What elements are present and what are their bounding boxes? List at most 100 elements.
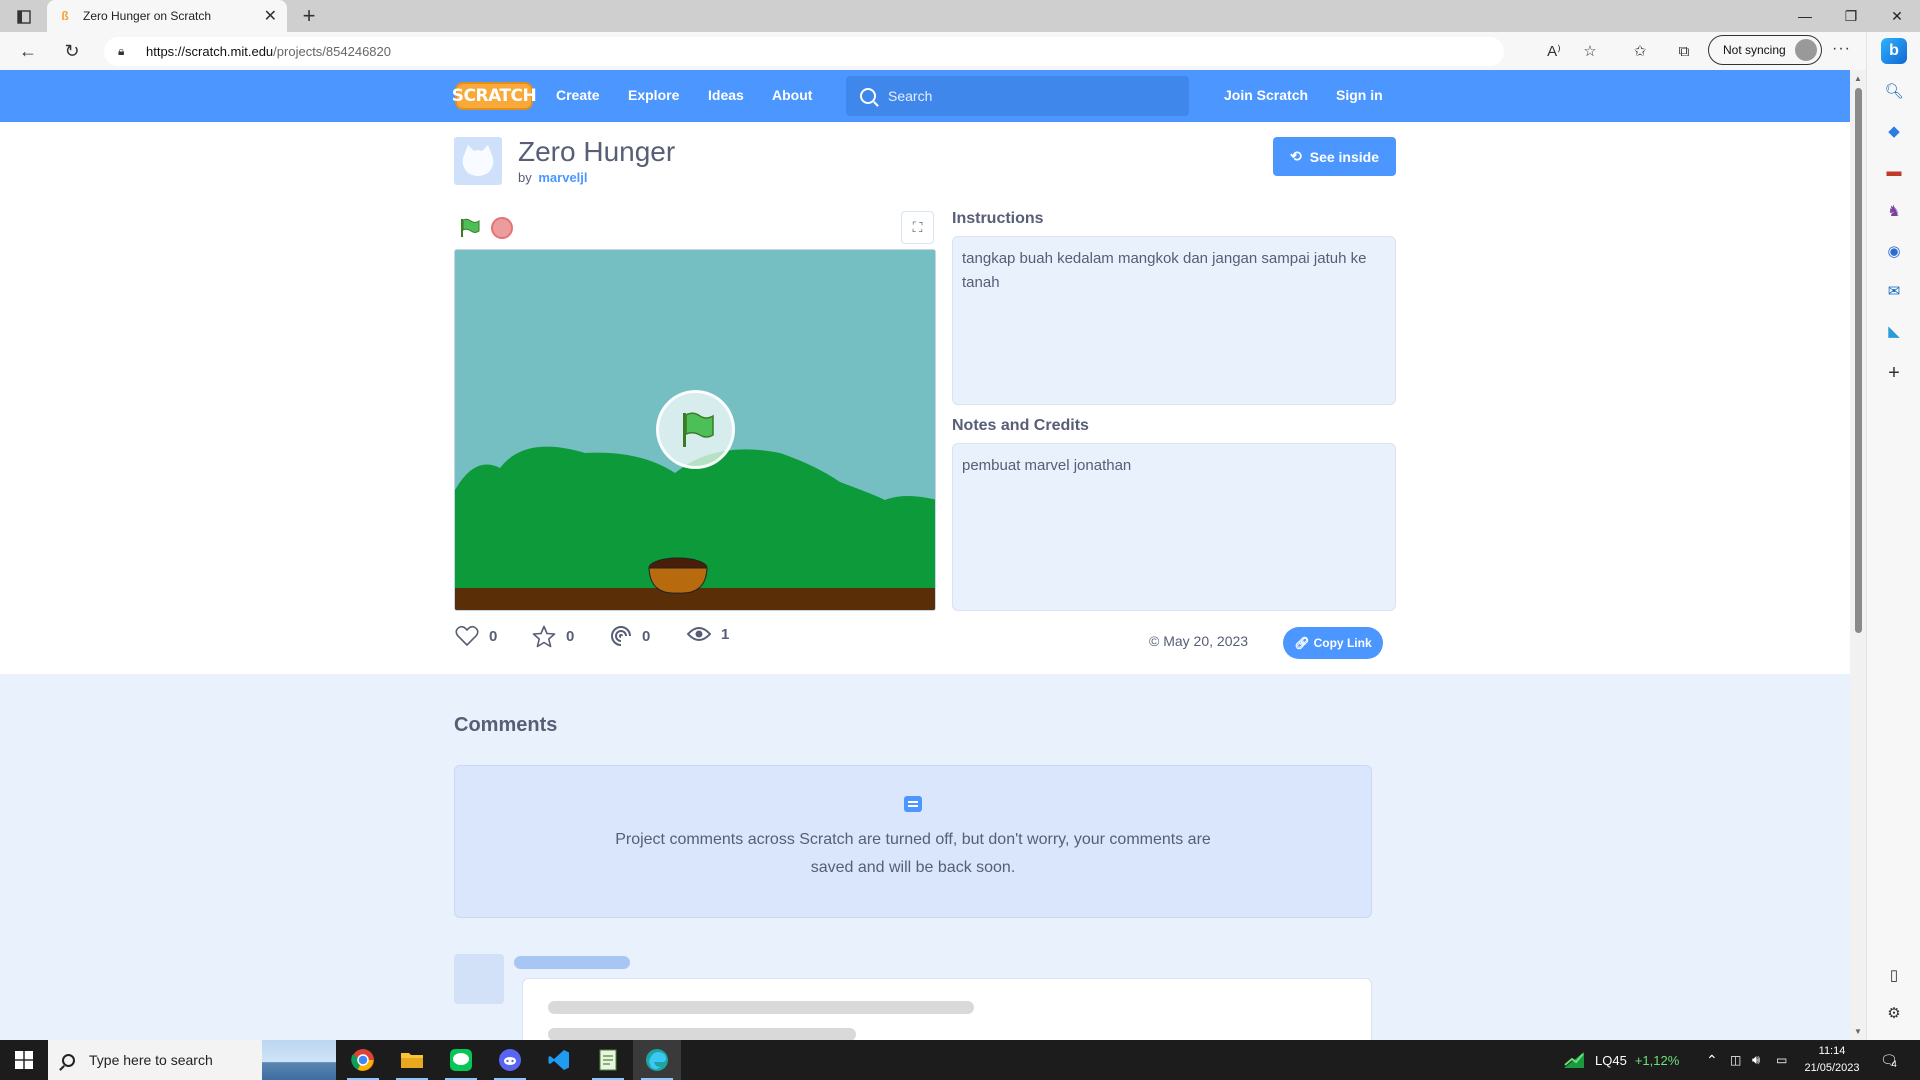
system-clock[interactable]: 11:14 21/05/2023 — [1800, 1043, 1864, 1077]
more-menu-icon[interactable]: ··· — [1832, 40, 1851, 58]
line-app-icon[interactable] — [437, 1040, 485, 1080]
settings-gear-icon[interactable]: ⚙ — [1883, 1002, 1905, 1024]
discord-app-icon[interactable] — [486, 1040, 534, 1080]
skeleton-line — [548, 1028, 856, 1040]
bing-chat-icon[interactable]: b — [1881, 38, 1907, 64]
nav-explore[interactable]: Explore — [628, 87, 679, 103]
add-sidebar-app-icon[interactable]: + — [1883, 362, 1905, 384]
search-icon[interactable]: 🔍︎ — [1883, 80, 1905, 102]
taskbar-search-placeholder: Type here to search — [89, 1052, 213, 1068]
url-field[interactable]: 🔒︎ https://scratch.mit.edu/projects/8542… — [104, 37, 1504, 66]
scratch-logo[interactable]: SCRATCH — [452, 82, 537, 110]
read-aloud-icon[interactable]: A⁾ — [1542, 40, 1566, 62]
outlook-icon[interactable]: ✉ — [1883, 280, 1905, 302]
windows-taskbar: Type here to search LQ45 +1,12% ⌃ ◫ 🔊︎ ▭… — [0, 1040, 1920, 1080]
refresh-button[interactable]: ↻ — [58, 39, 86, 63]
stock-widget[interactable]: LQ45 +1,12% — [1563, 1040, 1679, 1080]
url-host: https://scratch.mit.edu — [146, 44, 274, 59]
star-icon — [532, 625, 556, 648]
drop-icon[interactable]: ◣ — [1883, 320, 1905, 342]
add-favorite-icon[interactable]: ☆ — [1578, 40, 1602, 62]
show-hidden-icons[interactable]: ⌃ — [1706, 1040, 1718, 1080]
copyright-icon: © — [1149, 633, 1160, 649]
close-window-button[interactable]: ✕ — [1874, 0, 1920, 32]
search-input[interactable]: Search — [846, 76, 1189, 116]
browser-tab[interactable]: ß Zero Hunger on Scratch ✕ — [47, 0, 287, 32]
nav-about[interactable]: About — [772, 87, 812, 103]
tab-close-icon[interactable]: ✕ — [264, 6, 277, 26]
taskbar-search-box[interactable]: Type here to search — [48, 1040, 336, 1080]
chart-up-icon — [1564, 1052, 1584, 1068]
favorite-stat[interactable]: 0 — [532, 625, 574, 648]
scroll-up-icon[interactable]: ▲ — [1854, 74, 1862, 83]
new-tab-button[interactable]: + — [296, 3, 322, 28]
notification-count: 4 — [1891, 1059, 1897, 1069]
instructions-text: tangkap buah kedalam mangkok dan jangan … — [962, 250, 1367, 291]
meet-now-icon[interactable]: ◫ — [1730, 1040, 1741, 1080]
heart-icon — [455, 625, 479, 647]
notes-text: pembuat marvel jonathan — [962, 457, 1132, 474]
vscode-app-icon[interactable] — [535, 1040, 583, 1080]
back-button[interactable]: ← — [14, 39, 42, 63]
volume-icon[interactable]: 🔊︎ — [1752, 1040, 1760, 1080]
remix-icon: ⟲ — [1290, 148, 1302, 164]
scratch-navbar: SCRATCH Create Explore Ideas About Searc… — [0, 70, 1850, 122]
nav-create[interactable]: Create — [556, 87, 600, 103]
games-icon[interactable]: ♞ — [1883, 200, 1905, 222]
author-link[interactable]: marveljl — [538, 170, 587, 185]
windows-logo-icon — [15, 1051, 33, 1069]
stock-name: LQ45 — [1595, 1052, 1627, 1068]
edge-app-icon[interactable] — [633, 1040, 681, 1080]
link-icon: 🔗︎ — [1294, 636, 1310, 650]
page-viewport: SCRATCH Create Explore Ideas About Searc… — [0, 70, 1850, 1040]
page-scrollbar[interactable]: ▲ ▼ — [1850, 70, 1866, 1040]
chrome-app-icon[interactable] — [339, 1040, 387, 1080]
notification-center-icon[interactable]: 🗨︎ 4 — [1880, 1040, 1898, 1080]
minimize-button[interactable]: — — [1782, 0, 1828, 32]
search-icon — [860, 88, 876, 104]
office-icon[interactable]: ◉ — [1883, 240, 1905, 262]
stage-green-flag-overlay[interactable] — [656, 390, 735, 469]
notes-box: pembuat marvel jonathan — [952, 443, 1396, 611]
project-title: Zero Hunger — [518, 136, 676, 167]
green-flag-icon[interactable] — [458, 216, 482, 240]
view-count: 1 — [721, 625, 730, 643]
lock-icon: 🔒︎ — [118, 44, 125, 58]
sync-label: Not syncing — [1723, 43, 1786, 57]
copy-link-label: Copy Link — [1313, 636, 1372, 650]
scroll-down-icon[interactable]: ▼ — [1854, 1027, 1862, 1036]
favorite-count: 0 — [566, 628, 575, 645]
clock-date: 21/05/2023 — [1804, 1062, 1860, 1074]
nav-ideas[interactable]: Ideas — [708, 87, 744, 103]
love-count: 0 — [489, 627, 498, 645]
profile-sync-button[interactable]: Not syncing — [1708, 35, 1822, 65]
network-icon[interactable]: ▭ — [1776, 1040, 1787, 1080]
favorites-icon[interactable]: ✩ — [1628, 40, 1652, 62]
file-explorer-app-icon[interactable] — [388, 1040, 436, 1080]
copy-link-button[interactable]: 🔗︎ Copy Link — [1283, 627, 1383, 659]
join-scratch-link[interactable]: Join Scratch — [1224, 87, 1308, 103]
shopping-icon[interactable]: ◆ — [1883, 120, 1905, 142]
start-button[interactable] — [0, 1040, 48, 1080]
date-text: May 20, 2023 — [1163, 633, 1249, 649]
notepad-app-icon[interactable] — [584, 1040, 632, 1080]
address-bar: ← ↻ 🔒︎ https://scratch.mit.edu/projects/… — [0, 32, 1920, 70]
sidebar-toggle-icon[interactable]: ▯ — [1883, 964, 1905, 986]
stop-button[interactable] — [491, 217, 513, 239]
tools-icon[interactable]: ▬ — [1883, 160, 1905, 182]
love-stat[interactable]: 0 — [455, 625, 497, 647]
fullscreen-button[interactable]: ⛶ — [901, 211, 934, 244]
tab-actions-icon[interactable] — [10, 6, 38, 28]
collections-icon[interactable]: ⧉ — [1672, 40, 1696, 62]
comments-notice-text: Project comments across Scratch are turn… — [615, 831, 1211, 876]
restore-button[interactable]: ❐ — [1828, 0, 1874, 32]
clock-time: 11:14 — [1818, 1045, 1846, 1057]
remix-stat: 0 — [610, 625, 650, 647]
see-inside-button[interactable]: ⟲ See inside — [1273, 137, 1396, 176]
author-avatar[interactable] — [454, 137, 502, 185]
comments-heading: Comments — [454, 714, 558, 736]
project-stage[interactable] — [454, 249, 936, 611]
sign-in-link[interactable]: Sign in — [1336, 87, 1383, 103]
scrollbar-thumb[interactable] — [1855, 88, 1862, 633]
remix-spiral-icon — [611, 626, 631, 646]
